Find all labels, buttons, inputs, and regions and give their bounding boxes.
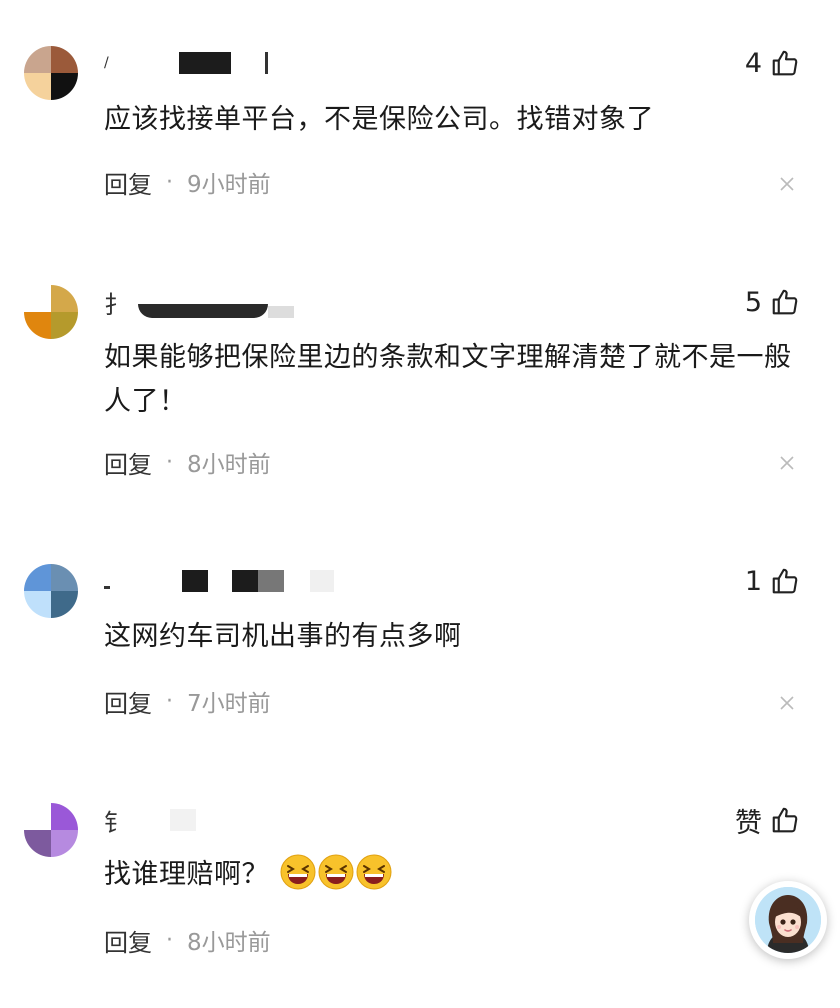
username-mask [170, 809, 196, 831]
assistant-avatar-icon [755, 887, 821, 953]
thumbs-up-icon [772, 289, 798, 315]
comment-meta: 回复 · 8小时前 [104, 922, 271, 958]
close-icon[interactable] [778, 694, 796, 712]
laughing-emoji-icon [356, 854, 392, 890]
username-mask [182, 570, 208, 592]
like-count: 4 [744, 47, 762, 79]
username[interactable] [104, 564, 334, 598]
username-mask [258, 570, 284, 592]
comment-text: 如果能够把保险里边的条款和文字理解清楚了就不是一般人了！ [104, 342, 792, 417]
timestamp: 8小时前 [187, 930, 271, 956]
username-mask [268, 306, 294, 318]
like-count: 5 [744, 286, 762, 318]
like-button[interactable]: 4 [745, 46, 800, 80]
username[interactable]: / [104, 46, 268, 80]
username-initial: / [104, 55, 109, 71]
username-mask [310, 570, 334, 592]
reply-button[interactable]: 回复 [104, 165, 152, 200]
separator-dot: · [166, 449, 173, 475]
like-count: 1 [744, 565, 762, 597]
thumbs-up-icon [772, 50, 798, 76]
username-initial: 钅 [104, 808, 128, 837]
reply-button[interactable]: 回复 [104, 684, 152, 719]
username[interactable]: 扌 [104, 285, 294, 319]
separator-dot: · [166, 169, 173, 195]
username[interactable]: 钅 [104, 803, 196, 837]
reply-button[interactable]: 回复 [104, 445, 152, 480]
username-initial: 扌 [104, 290, 128, 319]
comment-text-row: 找谁理赔啊？ [104, 853, 812, 897]
avatar[interactable] [24, 564, 78, 618]
like-label: 赞 [735, 807, 762, 839]
separator-dot: · [166, 927, 173, 953]
username-mask [232, 570, 258, 592]
close-icon[interactable] [778, 175, 796, 193]
laughing-emoji-icon [280, 854, 316, 890]
username-mask [178, 52, 231, 74]
thumbs-up-icon [772, 807, 798, 833]
like-button[interactable]: 5 [745, 285, 800, 319]
comment-meta: 回复 · 9小时前 [104, 164, 271, 200]
laughing-emoji-icon [318, 854, 354, 890]
assistant-button[interactable] [749, 881, 827, 959]
separator-dot: · [166, 688, 173, 714]
reply-button[interactable]: 回复 [104, 923, 152, 958]
like-button[interactable]: 赞 [735, 803, 800, 839]
username-mask [138, 304, 268, 318]
close-icon[interactable] [778, 454, 796, 472]
timestamp: 8小时前 [187, 452, 271, 478]
comment-text: 应该找接单平台，不是保险公司。找错对象了 [104, 104, 654, 135]
avatar[interactable] [24, 46, 78, 100]
comment-meta: 回复 · 7小时前 [104, 683, 271, 719]
username-mask [264, 52, 268, 74]
avatar[interactable] [24, 803, 78, 857]
avatar[interactable] [24, 285, 78, 339]
comment-meta: 回复 · 8小时前 [104, 444, 271, 480]
thumbs-up-icon [772, 568, 798, 594]
timestamp: 7小时前 [187, 691, 271, 717]
timestamp: 9小时前 [187, 172, 271, 198]
comment-text: 这网约车司机出事的有点多啊 [104, 621, 462, 652]
like-button[interactable]: 1 [745, 564, 800, 598]
comment-text: 找谁理赔啊？ [104, 859, 269, 890]
